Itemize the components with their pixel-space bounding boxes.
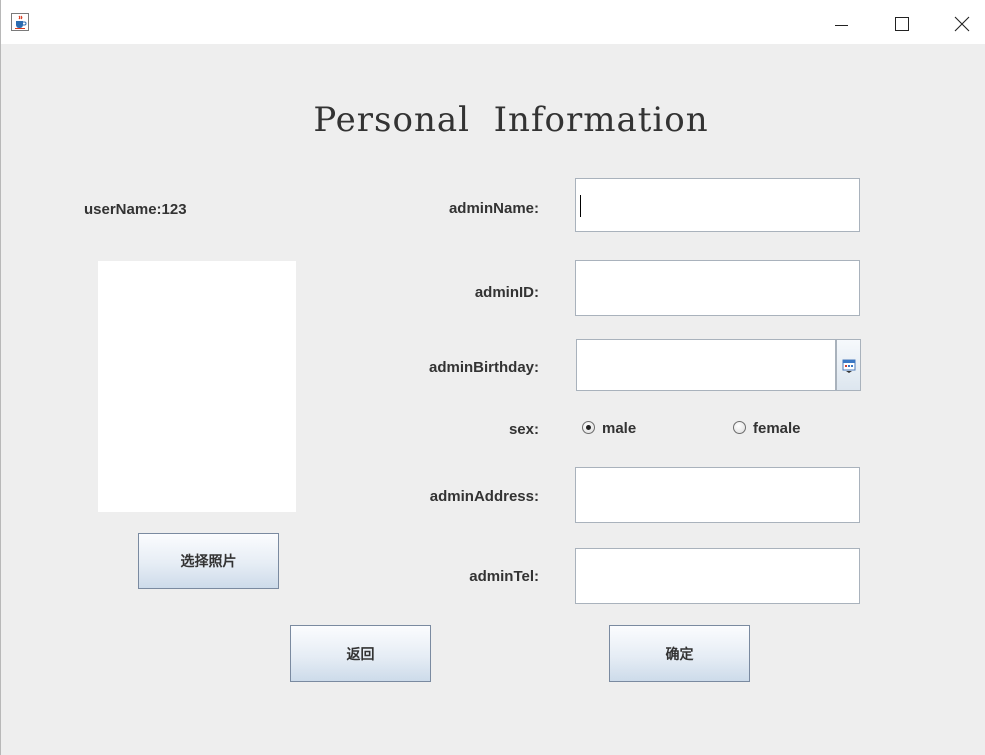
- page-title: Personal Information: [313, 100, 709, 140]
- admin-name-field[interactable]: [575, 178, 860, 232]
- admin-birthday-field[interactable]: [576, 339, 836, 391]
- title-bar[interactable]: [1, 0, 985, 44]
- text-caret: [580, 195, 581, 217]
- sex-male-label[interactable]: male: [602, 420, 636, 437]
- app-window: Personal Information userName:123 选择照片 a…: [0, 0, 985, 755]
- minimize-button[interactable]: [818, 8, 864, 38]
- admin-tel-input[interactable]: [576, 549, 859, 603]
- admin-tel-field[interactable]: [575, 548, 860, 604]
- admin-birthday-label: adminBirthday:: [428, 359, 539, 376]
- sex-female-label[interactable]: female: [753, 420, 801, 437]
- sex-female-radio[interactable]: [733, 421, 746, 434]
- admin-birthday-input[interactable]: [577, 340, 835, 390]
- admin-name-input[interactable]: [576, 179, 859, 231]
- admin-address-label: adminAddress:: [429, 488, 539, 505]
- close-icon: [954, 16, 970, 32]
- sex-male-radio[interactable]: [582, 421, 595, 434]
- username-label: userName:123: [84, 201, 187, 218]
- maximize-icon: [895, 17, 909, 31]
- calendar-icon: [842, 359, 856, 373]
- minimize-icon: [835, 25, 848, 26]
- maximize-button[interactable]: [878, 8, 924, 38]
- photo-preview: [98, 261, 296, 512]
- admin-address-field[interactable]: [575, 467, 860, 523]
- close-button[interactable]: [938, 8, 984, 38]
- sex-label: sex:: [508, 421, 539, 438]
- choose-photo-button[interactable]: 选择照片: [138, 533, 279, 589]
- admin-id-field[interactable]: [575, 260, 860, 316]
- admin-tel-label: adminTel:: [469, 568, 539, 585]
- radio-selected-dot: [586, 425, 591, 430]
- admin-id-label: adminID:: [474, 284, 539, 301]
- date-picker-button[interactable]: [836, 339, 861, 391]
- back-button[interactable]: 返回: [290, 625, 431, 682]
- confirm-button[interactable]: 确定: [609, 625, 750, 682]
- admin-id-input[interactable]: [576, 261, 859, 315]
- admin-address-input[interactable]: [576, 468, 859, 522]
- java-cup-icon[interactable]: [11, 13, 29, 31]
- admin-name-label: adminName:: [448, 200, 539, 217]
